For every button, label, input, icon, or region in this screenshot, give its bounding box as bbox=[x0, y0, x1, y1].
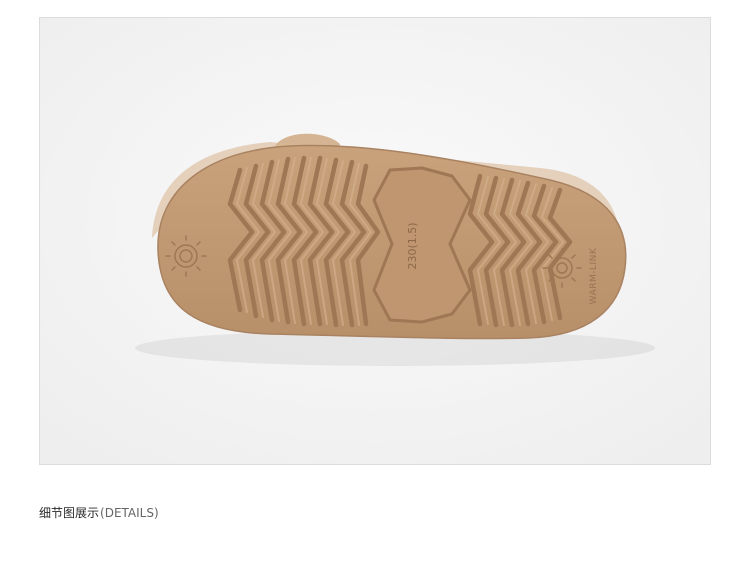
product-photo: 230(1.5) WARM-LINK bbox=[39, 17, 711, 465]
caption-en: (DETAILS) bbox=[100, 506, 159, 520]
brand-mark: WARM-LINK bbox=[589, 247, 599, 304]
sandal-sole-image: 230(1.5) WARM-LINK bbox=[40, 18, 710, 464]
size-marking: 230(1.5) bbox=[406, 222, 419, 269]
caption-cn: 细节图展示 bbox=[39, 506, 100, 520]
section-caption: 细节图展示(DETAILS) bbox=[39, 504, 159, 521]
